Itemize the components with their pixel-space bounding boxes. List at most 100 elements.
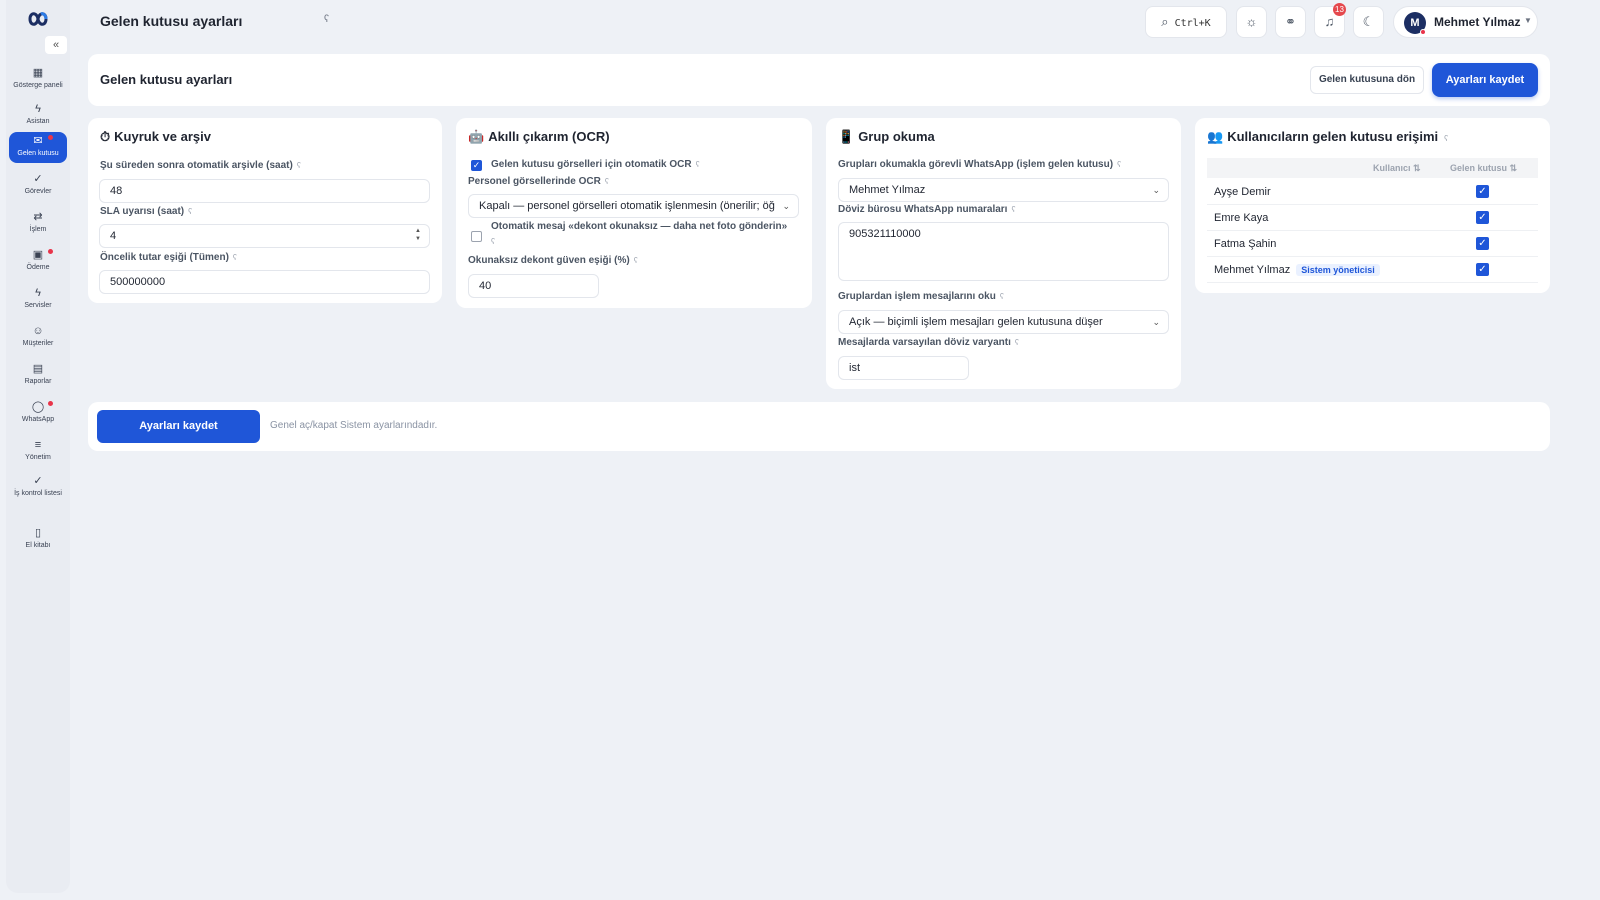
inbox-access-checkbox[interactable]: ✓: [1476, 185, 1489, 198]
archive-label: Şu süreden sonra otomatik arşivle (saat)…: [100, 160, 301, 171]
sidebar-item-label: İş kontrol listesi: [14, 490, 62, 497]
staff-ocr-label-text: Personel görsellerinde OCR: [468, 176, 601, 187]
confidence-threshold-input[interactable]: 40: [468, 274, 599, 298]
check-icon: ✓: [33, 173, 43, 185]
back-to-inbox-button[interactable]: Gelen kutusuna dön: [1310, 66, 1424, 94]
notifications-button[interactable]: ♫ 13: [1314, 3, 1346, 38]
info-icon[interactable]: ʕ: [1011, 205, 1015, 214]
search-button[interactable]: ⌕ Ctrl+K: [1145, 6, 1227, 38]
search-icon: ⌕: [1161, 14, 1169, 29]
footer-bar: Ayarları kaydet Genel aç/kapat Sistem ay…: [88, 402, 1550, 451]
bug-button[interactable]: ☼: [1236, 6, 1267, 38]
exchange-numbers-textarea[interactable]: 905321110000: [838, 222, 1169, 281]
queue-archive-card: ⏱ Kuyruk ve arşiv Şu süreden sonra otomat…: [88, 118, 442, 303]
info-icon[interactable]: ʕ: [1015, 338, 1019, 347]
read-messages-value: Açık — biçimli işlem mesajları gelen kut…: [849, 316, 1103, 328]
inbox-access-checkbox[interactable]: ✓: [1476, 237, 1489, 250]
read-messages-select[interactable]: Açık — biçimli işlem mesajları gelen kut…: [838, 310, 1169, 334]
footer-save-button[interactable]: Ayarları kaydet: [97, 410, 260, 443]
user-cell: Mehmet Yılmaz Sistem yöneticisi: [1214, 264, 1380, 276]
sidebar-item-yönetim[interactable]: ≡ Yönetim: [9, 436, 67, 467]
info-icon[interactable]: ʕ: [1444, 134, 1448, 143]
info-icon[interactable]: ʕ: [1000, 292, 1004, 301]
column-user[interactable]: Kullanıcı ⇅: [1373, 163, 1421, 174]
bug-icon: ☼: [1245, 14, 1258, 29]
user-cell: Fatma Şahin: [1214, 238, 1276, 250]
info-icon[interactable]: ʕ: [1117, 160, 1121, 169]
phone-icon: 📱: [838, 129, 855, 144]
archive-hours-input[interactable]: 48: [99, 179, 430, 203]
priority-threshold-input[interactable]: 500000000: [99, 270, 430, 294]
payment-icon: ▣: [32, 249, 44, 261]
stepper-icon[interactable]: ▲ ▼: [415, 227, 421, 243]
theme-toggle-button[interactable]: ☾: [1353, 6, 1384, 38]
info-icon[interactable]: ʕ: [491, 237, 495, 246]
chevron-down-icon: ⌄: [1152, 185, 1160, 195]
whatsapp-select[interactable]: Mehmet Yılmaz ⌄: [838, 178, 1169, 202]
sidebar-item-label: Asistan: [26, 118, 50, 125]
sidebar-item-i-şlem[interactable]: ⇄ İşlem: [9, 208, 67, 239]
moon-icon: ☾: [1362, 14, 1375, 29]
card-title: ⏱ Kuyruk ve arşiv: [100, 129, 211, 145]
sidebar-item-ödeme[interactable]: ▣ Ödeme: [9, 246, 67, 277]
auto-message-checkbox[interactable]: [471, 231, 482, 242]
sidebar-item-label: İşlem: [29, 226, 47, 233]
auto-ocr-checkbox[interactable]: ✓: [471, 160, 482, 171]
link-button[interactable]: ⚭: [1275, 6, 1306, 38]
whatsapp-label-text: Grupları okumakla görevli WhatsApp (işle…: [838, 159, 1114, 170]
table-row: Emre Kaya ✓: [1207, 205, 1538, 231]
users-icon: 👥: [1207, 129, 1224, 144]
sliders-icon: ≡: [34, 439, 42, 451]
sidebar-item-gösterge-paneli[interactable]: ▦ Gösterge paneli: [9, 64, 67, 95]
inbox-access-checkbox[interactable]: ✓: [1476, 263, 1489, 276]
info-icon[interactable]: ʕ: [696, 160, 700, 169]
card-title: 📱 Grup okuma: [838, 129, 935, 145]
sidebar-item-label: El kitabı: [25, 542, 51, 549]
chevron-down-icon: ⌄: [1152, 317, 1160, 327]
whatsapp-label: Grupları okumakla görevli WhatsApp (işle…: [838, 159, 1121, 170]
sidebar-item-i-ş-kontrol-listesi[interactable]: ✓ İş kontrol listesi: [9, 472, 67, 503]
dashboard-icon: ▦: [32, 67, 44, 79]
sidebar-item-gelen-kutusu[interactable]: ✉ Gelen kutusu: [9, 132, 67, 163]
user-menu[interactable]: M Mehmet Yılmaz ▼: [1393, 6, 1538, 38]
sidebar-item-label: Yönetim: [25, 454, 51, 461]
sidebar-item-whatsapp[interactable]: ◯ WhatsApp: [9, 398, 67, 429]
variant-label-text: Mesajlarda varsayılan döviz varyantı: [838, 337, 1011, 348]
sidebar-collapse-button[interactable]: «: [45, 36, 67, 54]
info-icon[interactable]: ʕ: [233, 253, 237, 262]
staff-ocr-select[interactable]: Kapalı — personel görselleri otomatik iş…: [468, 194, 799, 218]
sidebar-item-label: WhatsApp: [21, 416, 55, 423]
chevron-down-icon: ▼: [1524, 16, 1532, 25]
info-icon[interactable]: ʕ: [324, 14, 329, 25]
info-icon[interactable]: ʕ: [297, 161, 301, 170]
info-icon[interactable]: ʕ: [605, 177, 609, 186]
table-row: Mehmet Yılmaz Sistem yöneticisi ✓: [1207, 257, 1538, 283]
info-icon[interactable]: ʕ: [188, 207, 192, 216]
inbox-access-checkbox[interactable]: ✓: [1476, 211, 1489, 224]
save-settings-button[interactable]: Ayarları kaydet: [1432, 63, 1538, 97]
infinity-logo[interactable]: [21, 8, 55, 30]
column-inbox[interactable]: Gelen kutusu ⇅: [1450, 163, 1517, 174]
numbers-label: Döviz bürosu WhatsApp numaraları ʕ: [838, 204, 1015, 215]
sidebar-item-asistan[interactable]: ϟ Asistan: [9, 100, 67, 131]
sla-label-text: SLA uyarısı (saat): [100, 206, 185, 217]
card-title-text: Grup okuma: [858, 129, 935, 144]
sidebar-item-müşteriler[interactable]: ☺ Müşteriler: [9, 322, 67, 353]
table-header: Kullanıcı ⇅ Gelen kutusu ⇅: [1207, 158, 1538, 178]
threshold-label-text: Okunaksız dekont güven eşiği (%): [468, 255, 630, 266]
user-cell: Emre Kaya: [1214, 212, 1268, 224]
sidebar-item-servisler[interactable]: ϟ Servisler: [9, 284, 67, 315]
sidebar-item-raporlar[interactable]: ▤ Raporlar: [9, 360, 67, 391]
info-icon[interactable]: ʕ: [634, 256, 638, 265]
sidebar-item-görevler[interactable]: ✓ Görevler: [9, 170, 67, 201]
status-dot: [1420, 29, 1426, 35]
swap-icon: ⇄: [33, 211, 43, 223]
page-title: Gelen kutusu ayarları: [100, 13, 243, 29]
currency-variant-input[interactable]: ist: [838, 356, 969, 380]
sidebar-item-el-kitabı[interactable]: ▯ El kitabı: [9, 524, 67, 555]
inbox-icon: ✉: [33, 135, 43, 147]
sla-hours-input[interactable]: 4 ▲ ▼: [99, 224, 430, 248]
whatsapp-value: Mehmet Yılmaz: [849, 184, 926, 196]
card-title-text: Kuyruk ve arşiv: [114, 129, 211, 144]
sidebar-item-label: Ödeme: [26, 264, 50, 271]
